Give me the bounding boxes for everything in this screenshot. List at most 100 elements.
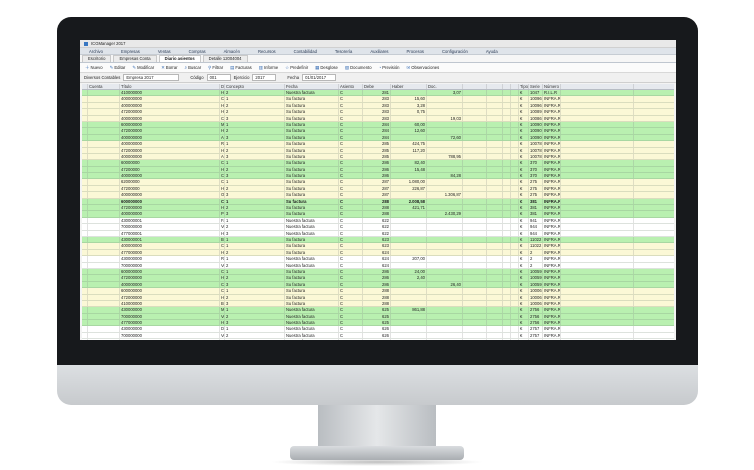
toolbar-button-8[interactable]: ☆ Predefinir bbox=[283, 65, 310, 71]
toolbar-button-6[interactable]: ▤ Facturas bbox=[228, 65, 254, 71]
column-header-4[interactable]: Concepto bbox=[225, 84, 285, 89]
menu-item-2[interactable]: Ventas bbox=[149, 49, 180, 54]
menu-item-1[interactable]: Empresas bbox=[112, 49, 149, 54]
column-header-14[interactable]: Tipo bbox=[519, 84, 529, 89]
toolbar-button-5[interactable]: ⚲ Filtrar bbox=[206, 65, 225, 71]
toolbar-button-12[interactable]: ✉ Observaciones bbox=[405, 65, 442, 71]
column-header-15[interactable]: Serie bbox=[529, 84, 543, 89]
table-cell: 117,20 bbox=[391, 147, 427, 153]
column-header-1[interactable]: Cuenta bbox=[88, 84, 120, 89]
toolbar-label: Nuevo bbox=[90, 65, 103, 70]
row-filler bbox=[561, 294, 634, 300]
tab-3[interactable]: Detalle 12004004 bbox=[202, 55, 248, 62]
table-cell: 287 bbox=[363, 179, 391, 185]
table-cell: Su factura bbox=[285, 243, 339, 249]
table-cell bbox=[511, 249, 519, 256]
column-header-11[interactable] bbox=[487, 84, 503, 89]
table-cell bbox=[463, 275, 487, 281]
table-cell bbox=[511, 275, 519, 281]
table-cell bbox=[391, 281, 427, 288]
table-cell bbox=[503, 115, 511, 121]
toolbar-button-3[interactable]: ✕ Borrar bbox=[159, 65, 179, 71]
column-header-12[interactable] bbox=[503, 84, 511, 89]
table-cell: 1 bbox=[225, 256, 285, 262]
row-filler bbox=[561, 307, 634, 313]
monitor-stand-neck bbox=[318, 405, 436, 447]
menu-item-9[interactable]: Procesos bbox=[398, 49, 433, 54]
table-cell: 2757 bbox=[529, 326, 543, 332]
table-cell bbox=[88, 268, 120, 275]
toolbar-button-1[interactable]: ✎ Editar bbox=[108, 65, 128, 71]
column-header-9[interactable]: Doc. bbox=[427, 84, 463, 89]
table-cell bbox=[427, 109, 463, 115]
toolbar-label: Buscar bbox=[188, 65, 202, 70]
table-cell bbox=[463, 339, 487, 340]
column-header-7[interactable]: Debe bbox=[363, 84, 391, 89]
table-cell: 47200000 bbox=[120, 166, 220, 173]
table-cell: 3 bbox=[225, 192, 285, 198]
table-cell bbox=[511, 294, 519, 300]
table-cell: Su factura bbox=[285, 281, 339, 288]
column-header-8[interactable]: Haber bbox=[391, 84, 427, 89]
table-cell: Su factura bbox=[285, 211, 339, 217]
codigo-field[interactable]: 001 bbox=[206, 74, 231, 81]
table-cell: INFRA.RETR bbox=[544, 275, 561, 281]
table-cell: € bbox=[519, 339, 529, 340]
toolbar-button-7[interactable]: ▥ Informe bbox=[257, 65, 280, 71]
empresa-select[interactable]: Empresa 2017 bbox=[123, 74, 180, 81]
table-cell bbox=[463, 115, 487, 121]
table-cell: C bbox=[339, 128, 363, 134]
table-cell bbox=[487, 230, 503, 236]
table-cell: 944 bbox=[529, 224, 543, 230]
table-cell: 2 bbox=[225, 224, 285, 230]
table-cell: 430000001 bbox=[120, 236, 220, 243]
tab-2[interactable]: Diario asientos bbox=[158, 55, 201, 62]
table-cell bbox=[88, 307, 120, 313]
table-cell bbox=[88, 192, 120, 198]
toolbar-button-10[interactable]: ▧ Documento bbox=[343, 65, 374, 71]
table-cell: 275 bbox=[529, 192, 543, 198]
table-cell: 2 bbox=[529, 256, 543, 262]
menu-item-5[interactable]: Recursos bbox=[249, 49, 285, 54]
menu-item-8[interactable]: Auxiliares bbox=[361, 49, 397, 54]
table-cell: Su factura bbox=[285, 109, 339, 115]
table-cell bbox=[391, 313, 427, 320]
row-filler bbox=[561, 326, 634, 332]
table-cell: 700000000 bbox=[120, 313, 220, 320]
column-header-10[interactable] bbox=[463, 84, 487, 89]
toolbar-button-0[interactable]: ＋ Nuevo bbox=[83, 65, 105, 71]
column-header-13[interactable] bbox=[511, 84, 519, 89]
toolbar-button-4[interactable]: ⌕ Buscar bbox=[183, 65, 204, 70]
column-header-16[interactable]: Número Ref. bbox=[543, 84, 561, 89]
menu-item-3[interactable]: Compras bbox=[180, 49, 215, 54]
table-cell: 10096 bbox=[530, 102, 543, 109]
table-cell bbox=[391, 262, 427, 268]
column-header-6[interactable]: Asiento bbox=[339, 84, 363, 89]
ejercicio-field[interactable]: 2017 bbox=[252, 74, 277, 81]
table-row[interactable]: 477000000H.P. IVA Repercutido 21%3Nuestr… bbox=[82, 339, 674, 340]
menu-item-11[interactable]: Ayuda bbox=[477, 49, 507, 54]
menu-item-6[interactable]: Contabilidad bbox=[285, 49, 326, 54]
table-cell: 430000000 bbox=[120, 256, 220, 262]
table-cell: C bbox=[339, 275, 363, 281]
table-cell: 472000000 bbox=[120, 294, 220, 300]
table-cell: € bbox=[519, 211, 529, 217]
table-cell: 472000000 bbox=[120, 128, 220, 134]
menu-item-10[interactable]: Configuración bbox=[433, 49, 477, 54]
table-cell bbox=[503, 192, 511, 198]
menu-item-7[interactable]: Tesorería bbox=[326, 49, 361, 54]
toolbar-icon-12: ✉ bbox=[406, 64, 411, 70]
table-cell: INFRA.RETR bbox=[544, 198, 561, 205]
table-cell bbox=[511, 134, 519, 141]
toolbar-button-11[interactable]: ◔ Previsión bbox=[377, 65, 402, 70]
tab-1[interactable]: Empresas Conta bbox=[113, 55, 157, 62]
menu-item-4[interactable]: Almacén bbox=[215, 49, 249, 54]
tab-0[interactable]: Escritorio bbox=[82, 55, 112, 62]
toolbar-button-2[interactable]: ✎ Modificar bbox=[130, 65, 156, 71]
menu-item-0[interactable]: Archivo bbox=[80, 49, 112, 54]
column-header-2[interactable]: Título bbox=[120, 84, 220, 89]
column-header-5[interactable]: Fecha bbox=[285, 84, 339, 89]
toolbar-button-9[interactable]: ▦ Desglose bbox=[313, 65, 340, 71]
fecha-field[interactable]: 01/01/2017 bbox=[302, 74, 337, 81]
table-cell: 11022 bbox=[530, 236, 543, 243]
